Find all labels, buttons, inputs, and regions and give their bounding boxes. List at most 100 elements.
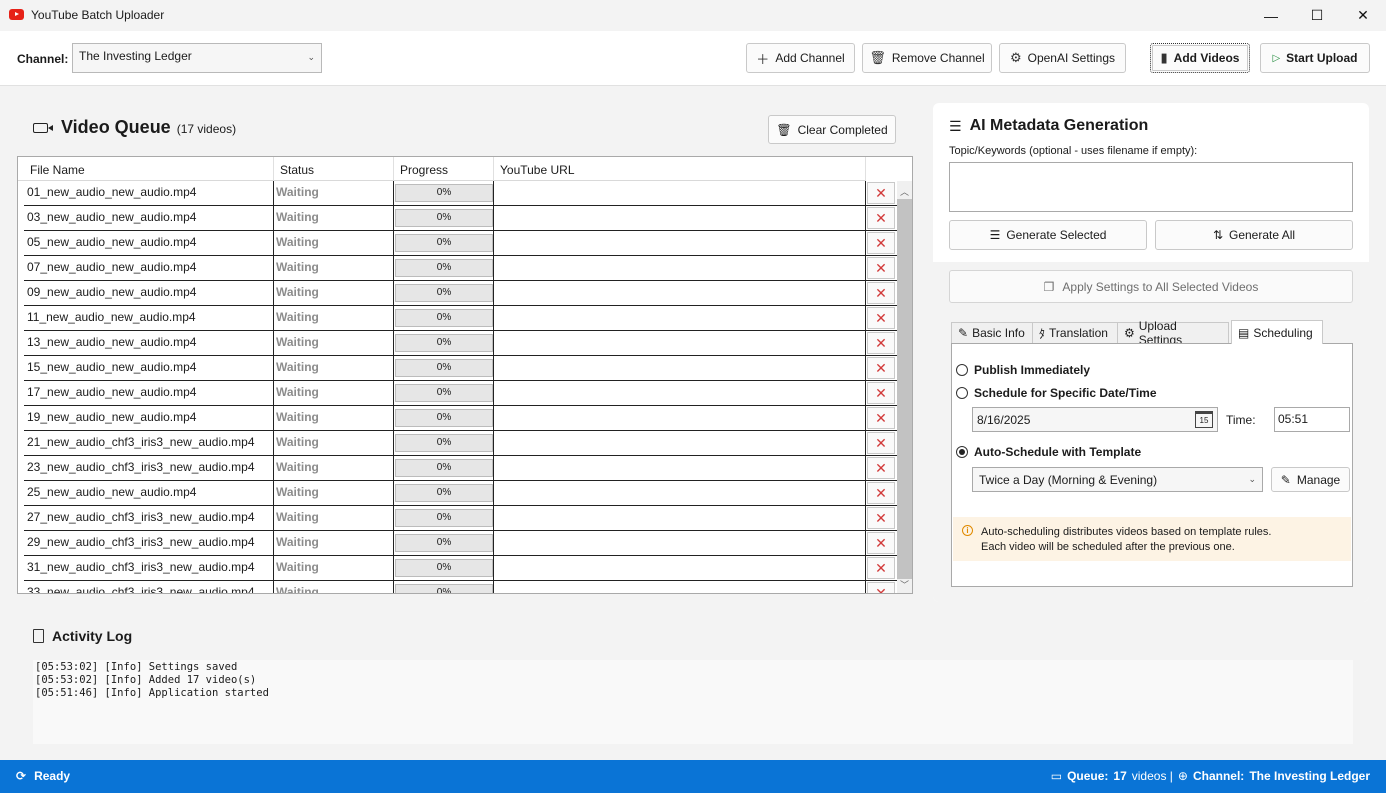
delete-row-button[interactable]: ✕: [867, 582, 895, 593]
youtube-url-cell[interactable]: [494, 581, 866, 593]
table-row[interactable]: 23_new_audio_chf3_iris3_new_audio.mp4 Wai…: [24, 456, 901, 481]
table-row[interactable]: 33_new_audio_chf3_iris3_new_audio.mp4 Wai…: [24, 581, 901, 593]
schedule-specific-radio[interactable]: Schedule for Specific Date/Time: [956, 386, 1157, 400]
scrollbar-thumb[interactable]: [897, 199, 912, 579]
activity-log-text[interactable]: [05:53:02] [Info] Settings saved [05:53:…: [33, 660, 1353, 744]
youtube-url-cell[interactable]: [494, 306, 866, 330]
table-row[interactable]: 21_new_audio_chf3_iris3_new_audio.mp4 Wai…: [24, 431, 901, 456]
column-header-file-name[interactable]: File Name: [24, 157, 274, 181]
generate-selected-button[interactable]: ☰ Generate Selected: [949, 220, 1147, 250]
table-row[interactable]: 29_new_audio_chf3_iris3_new_audio.mp4 Wai…: [24, 531, 901, 556]
delete-row-button[interactable]: ✕: [867, 307, 895, 329]
clear-completed-button[interactable]: 🗑 Clear Completed: [768, 115, 896, 144]
tab-upload-settings[interactable]: ⚙ Upload Settings: [1117, 319, 1229, 347]
table-row[interactable]: 31_new_audio_chf3_iris3_new_audio.mp4 Wai…: [24, 556, 901, 581]
tab-scheduling[interactable]: ▤ Scheduling: [1231, 320, 1323, 344]
status-right: ▭ Queue: 17 videos | ⊕ Channel: The Inve…: [1051, 769, 1370, 783]
youtube-url-cell[interactable]: [494, 281, 866, 305]
file-name-cell: 01_new_audio_new_audio.mp4: [24, 181, 274, 205]
status-queue-unit: videos |: [1131, 769, 1173, 783]
column-header-progress[interactable]: Progress: [394, 157, 494, 181]
youtube-url-cell[interactable]: [494, 556, 866, 580]
ai-header: ☰ AI Metadata Generation: [949, 117, 1148, 135]
scroll-down-icon[interactable]: ﹀: [900, 578, 909, 591]
table-row[interactable]: 05_new_audio_new_audio.mp4 Waiting 0% ✕: [24, 231, 901, 256]
youtube-url-cell[interactable]: [494, 506, 866, 530]
file-name-cell: 05_new_audio_new_audio.mp4: [24, 231, 274, 255]
delete-row-button[interactable]: ✕: [867, 482, 895, 504]
apply-settings-button[interactable]: ❐ Apply Settings to All Selected Videos: [949, 270, 1353, 303]
table-row[interactable]: 13_new_audio_new_audio.mp4 Waiting 0% ✕: [24, 331, 901, 356]
youtube-url-cell[interactable]: [494, 406, 866, 430]
topic-input[interactable]: [949, 162, 1353, 212]
maximize-button[interactable]: ☐: [1294, 0, 1340, 31]
delete-row-button[interactable]: ✕: [867, 207, 895, 229]
youtube-url-cell[interactable]: [494, 456, 866, 480]
delete-row-button[interactable]: ✕: [867, 507, 895, 529]
youtube-url-cell[interactable]: [494, 181, 866, 205]
remove-channel-button[interactable]: 🗑 Remove Channel: [862, 43, 992, 73]
table-row[interactable]: 01_new_audio_new_audio.mp4 Waiting 0% ✕: [24, 181, 901, 206]
tab-basic-info[interactable]: ✎ Basic Info: [951, 322, 1033, 343]
progress-cell: 0%: [394, 206, 494, 230]
youtube-url-cell[interactable]: [494, 231, 866, 255]
delete-row-button[interactable]: ✕: [867, 282, 895, 304]
youtube-url-cell[interactable]: [494, 431, 866, 455]
delete-row-button[interactable]: ✕: [867, 257, 895, 279]
table-row[interactable]: 15_new_audio_new_audio.mp4 Waiting 0% ✕: [24, 356, 901, 381]
table-row[interactable]: 19_new_audio_new_audio.mp4 Waiting 0% ✕: [24, 406, 901, 431]
progress-bar: 0%: [395, 509, 493, 527]
youtube-url-cell[interactable]: [494, 331, 866, 355]
youtube-url-cell[interactable]: [494, 356, 866, 380]
delete-row-button[interactable]: ✕: [867, 382, 895, 404]
log-line: [05:51:46] [Info] Application started: [35, 687, 269, 699]
date-picker[interactable]: 8/16/2025 15: [972, 407, 1218, 432]
delete-row-button[interactable]: ✕: [867, 432, 895, 454]
publish-immediately-radio[interactable]: Publish Immediately: [956, 363, 1090, 377]
add-videos-button[interactable]: ▮ Add Videos: [1150, 43, 1250, 73]
youtube-url-cell[interactable]: [494, 481, 866, 505]
status-queue-count: 17: [1113, 769, 1127, 783]
auto-schedule-radio[interactable]: Auto-Schedule with Template: [956, 445, 1141, 459]
youtube-url-cell[interactable]: [494, 206, 866, 230]
table-row[interactable]: 11_new_audio_new_audio.mp4 Waiting 0% ✕: [24, 306, 901, 331]
youtube-url-cell[interactable]: [494, 256, 866, 280]
apply-settings-label: Apply Settings to All Selected Videos: [1062, 279, 1259, 294]
tab-translation[interactable]: ﾀ Translation: [1032, 322, 1118, 343]
channel-select[interactable]: The Investing Ledger ⌄: [72, 43, 322, 73]
add-channel-button[interactable]: ＋ Add Channel: [746, 43, 855, 73]
progress-cell: 0%: [394, 256, 494, 280]
calendar-icon[interactable]: 15: [1195, 411, 1213, 428]
delete-row-button[interactable]: ✕: [867, 457, 895, 479]
manage-templates-button[interactable]: ✎ Manage: [1271, 467, 1350, 492]
template-select[interactable]: Twice a Day (Morning & Evening) ⌄: [972, 467, 1263, 492]
start-upload-button[interactable]: ▷ Start Upload: [1260, 43, 1370, 73]
video-camera-icon: ▭: [1050, 769, 1063, 783]
tab-scheduling-label: Scheduling: [1253, 325, 1313, 340]
openai-settings-button[interactable]: ⚙ OpenAI Settings: [999, 43, 1126, 73]
delete-row-button[interactable]: ✕: [867, 557, 895, 579]
delete-row-button[interactable]: ✕: [867, 407, 895, 429]
table-row[interactable]: 03_new_audio_new_audio.mp4 Waiting 0% ✕: [24, 206, 901, 231]
progress-bar: 0%: [395, 559, 493, 577]
close-button[interactable]: ✕: [1340, 0, 1386, 31]
column-header-youtube-url[interactable]: YouTube URL: [494, 157, 866, 181]
table-row[interactable]: 17_new_audio_new_audio.mp4 Waiting 0% ✕: [24, 381, 901, 406]
scroll-up-icon[interactable]: ︿: [900, 185, 909, 198]
delete-row-button[interactable]: ✕: [867, 182, 895, 204]
table-row[interactable]: 09_new_audio_new_audio.mp4 Waiting 0% ✕: [24, 281, 901, 306]
youtube-url-cell[interactable]: [494, 381, 866, 405]
delete-row-button[interactable]: ✕: [867, 232, 895, 254]
table-row[interactable]: 27_new_audio_chf3_iris3_new_audio.mp4 Wai…: [24, 506, 901, 531]
generate-all-button[interactable]: ⇅ Generate All: [1155, 220, 1353, 250]
time-input[interactable]: 05:51: [1274, 407, 1350, 432]
delete-row-button[interactable]: ✕: [867, 357, 895, 379]
grid-scrollbar[interactable]: ︿ ﹀: [897, 181, 912, 593]
table-row[interactable]: 25_new_audio_new_audio.mp4 Waiting 0% ✕: [24, 481, 901, 506]
minimize-button[interactable]: —: [1248, 0, 1294, 31]
delete-row-button[interactable]: ✕: [867, 532, 895, 554]
table-row[interactable]: 07_new_audio_new_audio.mp4 Waiting 0% ✕: [24, 256, 901, 281]
column-header-status[interactable]: Status: [274, 157, 394, 181]
delete-row-button[interactable]: ✕: [867, 332, 895, 354]
youtube-url-cell[interactable]: [494, 531, 866, 555]
